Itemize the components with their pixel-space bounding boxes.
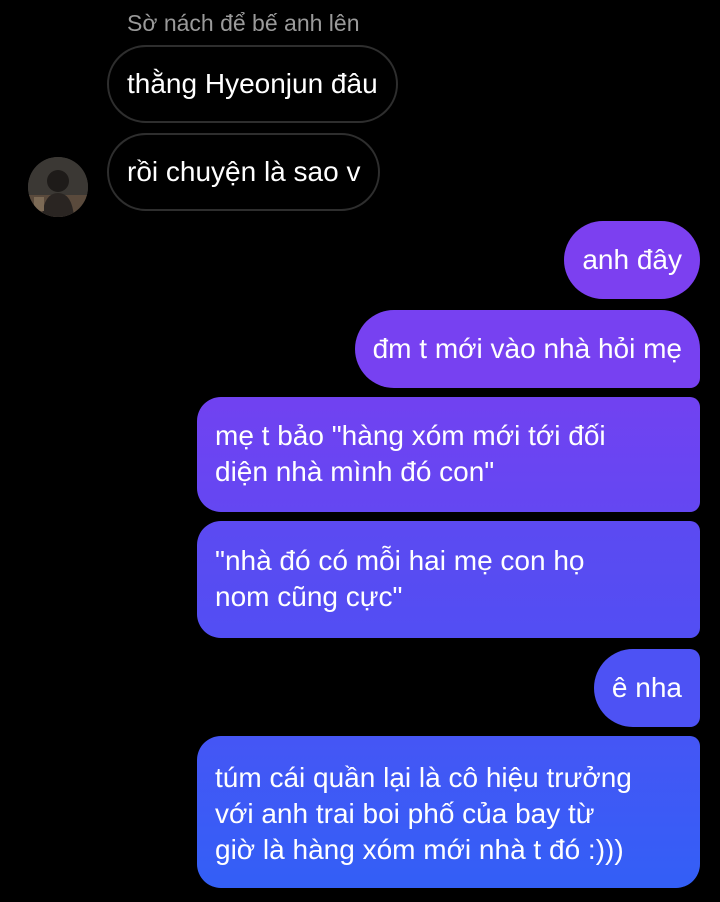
incoming-message[interactable]: thằng Hyeonjun đâu: [107, 45, 398, 123]
outgoing-message[interactable]: "nhà đó có mỗi hai mẹ con họ nom cũng cự…: [197, 521, 700, 638]
outgoing-message[interactable]: đm t mới vào nhà hỏi mẹ: [354, 310, 700, 388]
outgoing-message[interactable]: anh đây: [564, 221, 700, 299]
outgoing-message[interactable]: mẹ t bảo "hàng xóm mới tới đối diện nhà …: [197, 397, 700, 512]
outgoing-message[interactable]: ê nha: [593, 649, 700, 727]
outgoing-message[interactable]: túm cái quần lại là cô hiệu trưởng với a…: [197, 736, 700, 888]
profile-photo-icon: [28, 157, 88, 217]
incoming-message[interactable]: rồi chuyện là sao v: [107, 133, 381, 211]
avatar[interactable]: [28, 157, 88, 217]
sender-name: Sờ nách để bế anh lên: [127, 10, 360, 36]
